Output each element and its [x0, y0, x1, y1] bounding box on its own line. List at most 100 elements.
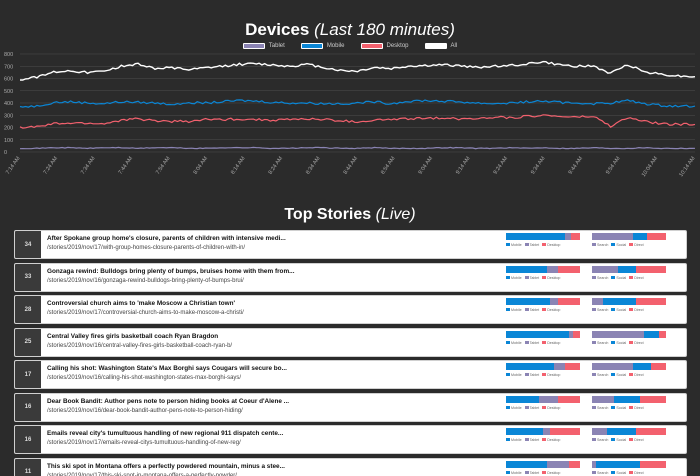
story-row[interactable]: 34 After Spokane group home's closure, pa… — [14, 230, 687, 259]
story-breakdown: Mobile Tablet Desktop Search Social Direct — [506, 459, 686, 476]
mini-legend-item: Mobile — [506, 276, 522, 280]
stacked-bar — [592, 233, 666, 240]
bar-segment — [506, 395, 540, 403]
story-path[interactable]: /stories/2019/nov/17/emails-reveal-citys… — [47, 439, 500, 448]
device-breakdown-bar: Mobile Tablet Desktop — [506, 363, 580, 388]
story-headline[interactable]: Emails reveal city's tumultuous handling… — [47, 429, 500, 438]
series-line-all — [20, 60, 696, 81]
story-body[interactable]: Central Valley fires girls basketball co… — [41, 329, 506, 356]
story-row[interactable]: 16 Emails reveal city's tumultuous handli… — [14, 425, 687, 454]
stacked-bar — [506, 233, 580, 240]
x-tick-label: 8:54 AM — [380, 155, 397, 175]
story-path[interactable]: /stories/2019/nov/16/calling-his-shot-wa… — [47, 374, 500, 383]
mini-legend-item: Mobile — [506, 308, 522, 312]
story-rank: 33 — [15, 263, 41, 291]
story-headline[interactable]: This ski spot in Montana offers a perfec… — [47, 462, 500, 471]
story-row[interactable]: 11 This ski spot in Montana offers a perf… — [14, 457, 687, 476]
device-breakdown-bar: Mobile Tablet Desktop — [506, 265, 580, 291]
story-breakdown: Mobile Tablet Desktop Search Social Direct — [506, 361, 686, 388]
story-row[interactable]: 28 Controversial church aims to 'make Mos… — [14, 295, 687, 324]
bar-segment — [539, 395, 558, 403]
devices-line-chart: 0 100 200 300 400 500 600 700 800 7:14 AM 7:24 AM 7… — [4, 52, 697, 178]
mini-legend: Search Social Direct — [592, 406, 666, 410]
mini-legend-item: Social — [611, 341, 626, 345]
bar-segment — [506, 265, 547, 273]
story-headline[interactable]: After Spokane group home's closure, pare… — [47, 234, 500, 243]
story-headline[interactable]: Dear Book Bandit: Author pens note to pe… — [47, 397, 500, 406]
mini-legend-item: Tablet — [525, 373, 540, 377]
story-row[interactable]: 33 Gonzaga rewind: Bulldogs bring plenty … — [14, 262, 687, 292]
story-headline[interactable]: Central Valley fires girls basketball co… — [47, 332, 500, 341]
referrer-breakdown-bar: Search Social Direct — [592, 428, 666, 453]
x-tick-label: 7:24 AM — [43, 155, 60, 175]
mini-legend-item: Social — [611, 471, 626, 475]
story-path[interactable]: /stories/2019/nov/17/controversial-churc… — [47, 309, 500, 318]
story-path[interactable]: /stories/2019/nov/16/dear-book-bandit-au… — [47, 407, 500, 416]
bar-segment — [617, 265, 637, 273]
top-stories-title-sub: (Live) — [375, 206, 416, 223]
x-tick-label: 10:14 AM — [678, 155, 696, 178]
x-tick-label: 8:44 AM — [343, 155, 360, 175]
story-body[interactable]: After Spokane group home's closure, pare… — [41, 231, 506, 258]
story-headline[interactable]: Gonzaga rewind: Bulldogs bring plenty of… — [47, 267, 500, 276]
mini-legend: Search Social Direct — [592, 373, 666, 377]
x-tick-label: 9:54 AM — [605, 155, 622, 175]
story-row[interactable]: 17 Calling his shot: Washington State's M… — [14, 360, 687, 389]
story-path[interactable]: /stories/2019/nov/16/central-valley-fire… — [47, 342, 500, 351]
bar-segment — [636, 298, 666, 305]
x-tick-label: 10:04 AM — [641, 155, 659, 178]
story-body[interactable]: Gonzaga rewind: Bulldogs bring plenty of… — [41, 264, 506, 291]
device-breakdown-bar: Mobile Tablet Desktop — [506, 298, 580, 323]
mini-legend-item: Desktop — [542, 308, 560, 312]
story-row[interactable]: 16 Dear Book Bandit: Author pens note to … — [14, 392, 687, 422]
mini-legend-item: Direct — [629, 243, 643, 247]
mini-legend: Search Social Direct — [592, 308, 666, 312]
bar-segment — [640, 395, 666, 403]
y-tick-label: 200 — [4, 126, 13, 132]
stacked-bar — [506, 330, 580, 338]
story-body[interactable]: Dear Book Bandit: Author pens note to pe… — [41, 394, 506, 421]
x-tick-label: 7:54 AM — [155, 155, 172, 175]
story-headline[interactable]: Calling his shot: Washington State's Max… — [47, 364, 500, 373]
bar-segment — [506, 460, 547, 468]
mini-legend-item: Search — [592, 276, 608, 280]
story-body[interactable]: Emails reveal city's tumultuous handling… — [41, 426, 506, 453]
referrer-breakdown-bar: Search Social Direct — [592, 363, 666, 388]
mini-legend-item: Mobile — [506, 243, 522, 247]
mini-legend-item: Mobile — [506, 373, 522, 377]
mini-legend-item: Tablet — [525, 341, 540, 345]
story-body[interactable]: Calling his shot: Washington State's Max… — [41, 361, 506, 388]
mini-legend: Search Social Direct — [592, 243, 666, 247]
bar-segment — [546, 265, 558, 273]
x-tick-label: 9:14 AM — [455, 155, 472, 175]
mini-legend-item: Desktop — [542, 438, 560, 442]
mini-legend-item: Mobile — [506, 471, 522, 475]
series-line-tablet — [19, 146, 696, 150]
story-headline[interactable]: Controversial church aims to 'make Mosco… — [47, 299, 500, 308]
story-breakdown: Mobile Tablet Desktop Search Social Direct — [506, 296, 686, 323]
story-path[interactable]: /stories/2019/nov/17/with-group-homes-cl… — [47, 244, 500, 253]
y-tick-label: 800 — [4, 52, 13, 58]
bar-segment — [571, 233, 580, 240]
bar-segment — [506, 298, 551, 305]
story-body[interactable]: This ski spot in Montana offers a perfec… — [41, 459, 506, 476]
mini-legend-item: Social — [611, 406, 626, 410]
story-path[interactable]: /stories/2019/nov/16/gonzaga-rewind-bull… — [47, 277, 500, 286]
stacked-bar — [506, 460, 580, 468]
mini-legend-item: Search — [592, 308, 608, 312]
mini-legend-item: Search — [592, 471, 608, 475]
bar-segment — [543, 428, 551, 435]
stacked-bar — [592, 395, 666, 403]
story-path[interactable]: /stories/2019/nov/17/this-ski-spot-in-mo… — [47, 472, 500, 476]
bar-segment — [603, 298, 637, 305]
mini-legend: Search Social Direct — [592, 438, 666, 442]
story-row[interactable]: 25 Central Valley fires girls basketball … — [14, 327, 687, 357]
top-stories-title: Top Stories (Live) — [0, 206, 700, 224]
referrer-breakdown-bar: Search Social Direct — [592, 233, 666, 258]
story-body[interactable]: Controversial church aims to 'make Mosco… — [41, 296, 506, 323]
mini-legend: Search Social Direct — [592, 341, 666, 345]
bar-segment — [506, 363, 555, 370]
bar-segment — [568, 460, 580, 468]
top-stories-title-main: Top Stories — [284, 206, 372, 223]
x-tick-label: 8:04 AM — [193, 155, 210, 175]
